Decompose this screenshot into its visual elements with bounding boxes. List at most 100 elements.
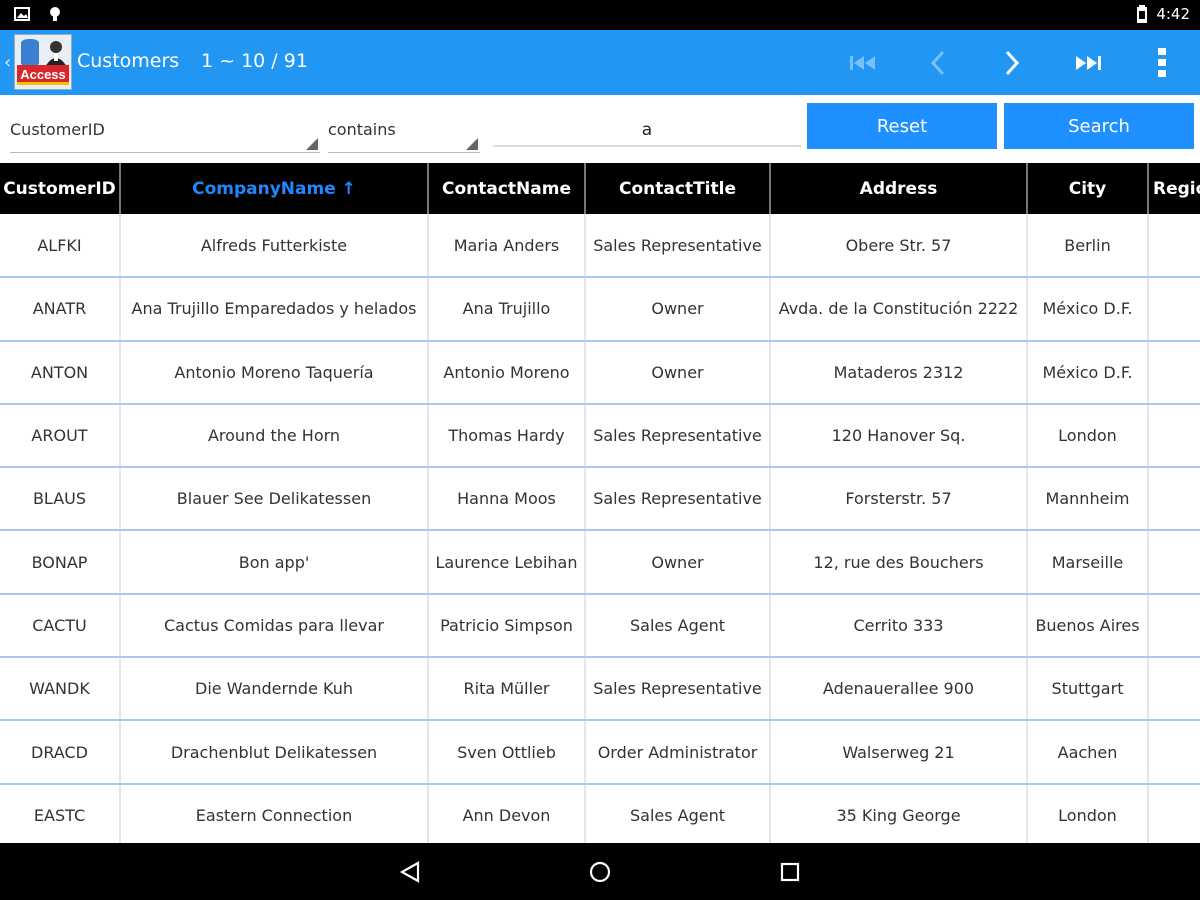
- table-row[interactable]: BLAUS Blauer See Delikatessen Hanna Moos Sa…: [0, 467, 1200, 532]
- table-cell: BONAP: [0, 530, 121, 595]
- table-row[interactable]: BONAP Bon app' Laurence Lebihan Owner 12, ru…: [0, 530, 1200, 595]
- table-row[interactable]: EASTC Eastern Connection Ann Devon Sales Ag…: [0, 783, 1200, 843]
- column-header-customerid[interactable]: CustomerID: [0, 163, 121, 214]
- table-cell: [1148, 214, 1200, 279]
- table-cell: Ana Trujillo Emparedados y helados: [120, 277, 429, 342]
- table-cell: Sales Representative: [585, 467, 771, 532]
- app-bar: ‹ Access Customers 1 ~ 10 / 91: [0, 30, 1200, 95]
- table-cell: Alfreds Futterkiste: [120, 214, 429, 279]
- system-nav-bar: [0, 843, 1200, 900]
- column-header-address[interactable]: Address: [770, 163, 1028, 214]
- table-cell: EASTC: [0, 783, 121, 843]
- search-button[interactable]: Search: [1004, 103, 1194, 149]
- table-cell: Aachen: [1027, 720, 1149, 785]
- table-cell: Obere Str. 57: [770, 214, 1028, 279]
- table-cell: London: [1027, 403, 1149, 469]
- table-cell: Mataderos 2312: [770, 340, 1028, 405]
- table-cell: 35 King George: [770, 783, 1028, 843]
- table-cell: Sales Agent: [585, 783, 771, 843]
- table-cell: [1148, 467, 1200, 532]
- table-cell: [1148, 593, 1200, 659]
- dropdown-arrow-icon: [306, 138, 318, 150]
- table-cell: BLAUS: [0, 467, 121, 532]
- record-range: 1 ~ 10 / 91: [201, 50, 308, 72]
- table-cell: [1148, 783, 1200, 843]
- table-cell: Berlin: [1027, 214, 1149, 279]
- table-cell: Sales Agent: [585, 593, 771, 659]
- field-select-value: CustomerID: [10, 120, 105, 139]
- table-cell: AROUT: [0, 403, 121, 469]
- next-page-button[interactable]: [992, 46, 1032, 80]
- table-cell: Cerrito 333: [770, 593, 1028, 659]
- table-cell: Patricio Simpson: [428, 593, 586, 659]
- table-cell: Ana Trujillo: [428, 277, 586, 342]
- table-cell: ANATR: [0, 277, 121, 342]
- table-row[interactable]: ALFKI Alfreds Futterkiste Maria Anders Sale…: [0, 214, 1200, 279]
- column-header-contactname[interactable]: ContactName: [428, 163, 586, 214]
- table-cell: Cactus Comidas para llevar: [120, 593, 429, 659]
- table-row[interactable]: ANATR Ana Trujillo Emparedados y helados A…: [0, 277, 1200, 342]
- previous-page-button[interactable]: [918, 46, 958, 80]
- column-header-contacttitle[interactable]: ContactTitle: [585, 163, 771, 214]
- table-cell: ALFKI: [0, 214, 121, 279]
- home-circle-icon[interactable]: [588, 860, 612, 884]
- skip-first-icon: [850, 56, 875, 70]
- table-cell: [1148, 403, 1200, 469]
- table-cell: Laurence Lebihan: [428, 530, 586, 595]
- table-cell: London: [1027, 783, 1149, 843]
- table-cell: Sven Ottlieb: [428, 720, 586, 785]
- column-header-region[interactable]: Region: [1148, 163, 1200, 214]
- table-cell: [1148, 720, 1200, 785]
- table-cell: Forsterstr. 57: [770, 467, 1028, 532]
- table-cell: México D.F.: [1027, 340, 1149, 405]
- table-cell: Owner: [585, 277, 771, 342]
- filter-bar: CustomerID contains Reset Search: [0, 95, 1200, 161]
- column-header-city[interactable]: City: [1027, 163, 1149, 214]
- table-row[interactable]: CACTU Cactus Comidas para llevar Patricio …: [0, 593, 1200, 659]
- recents-square-icon[interactable]: [778, 860, 802, 884]
- battery-icon: [1137, 5, 1148, 23]
- table-cell: Order Administrator: [585, 720, 771, 785]
- table-row[interactable]: ANTON Antonio Moreno Taquería Antonio More…: [0, 340, 1200, 405]
- table-cell: Die Wandernde Kuh: [120, 657, 429, 722]
- android-debug-icon: [50, 7, 60, 21]
- table-cell: Stuttgart: [1027, 657, 1149, 722]
- table-cell: Blauer See Delikatessen: [120, 467, 429, 532]
- table-cell: Hanna Moos: [428, 467, 586, 532]
- logo-access-label: Access: [17, 65, 69, 85]
- table-row[interactable]: DRACD Drachenblut Delikatessen Sven Ottlie…: [0, 720, 1200, 785]
- column-header-companyname-sorted[interactable]: CompanyName ↑: [120, 163, 429, 214]
- table-row[interactable]: AROUT Around the Horn Thomas Hardy Sales Re…: [0, 403, 1200, 469]
- table-cell: ANTON: [0, 340, 121, 405]
- first-page-button[interactable]: [843, 46, 883, 80]
- skip-last-icon: [1076, 56, 1101, 70]
- table-cell: 12, rue des Bouchers: [770, 530, 1028, 595]
- app-logo[interactable]: Access: [14, 34, 72, 90]
- chevron-right-icon: [1005, 50, 1020, 76]
- operator-select-value: contains: [328, 120, 396, 139]
- table-cell: Sales Representative: [585, 657, 771, 722]
- table-row[interactable]: WANDK Die Wandernde Kuh Rita Müller Sales R…: [0, 657, 1200, 722]
- back-triangle-icon[interactable]: [398, 860, 422, 884]
- person-icon: [45, 41, 67, 67]
- dropdown-arrow-icon: [466, 138, 478, 150]
- status-bar: 4:42: [0, 0, 1200, 30]
- field-select[interactable]: CustomerID: [10, 115, 320, 153]
- table-cell: Thomas Hardy: [428, 403, 586, 469]
- table-cell: Around the Horn: [120, 403, 429, 469]
- table-cell: Rita Müller: [428, 657, 586, 722]
- search-value-input[interactable]: [493, 115, 801, 147]
- page-title: Customers: [77, 50, 180, 72]
- table-cell: [1148, 277, 1200, 342]
- table-cell: Ann Devon: [428, 783, 586, 843]
- back-chevron-icon[interactable]: ‹: [4, 52, 11, 73]
- last-page-button[interactable]: [1068, 46, 1108, 80]
- table-cell: México D.F.: [1027, 277, 1149, 342]
- more-vertical-icon: [1158, 48, 1166, 77]
- operator-select[interactable]: contains: [328, 115, 480, 153]
- overflow-menu-button[interactable]: [1142, 46, 1182, 80]
- table-cell: Eastern Connection: [120, 783, 429, 843]
- table-cell: Owner: [585, 530, 771, 595]
- reset-button[interactable]: Reset: [807, 103, 997, 149]
- table-cell: Adenauerallee 900: [770, 657, 1028, 722]
